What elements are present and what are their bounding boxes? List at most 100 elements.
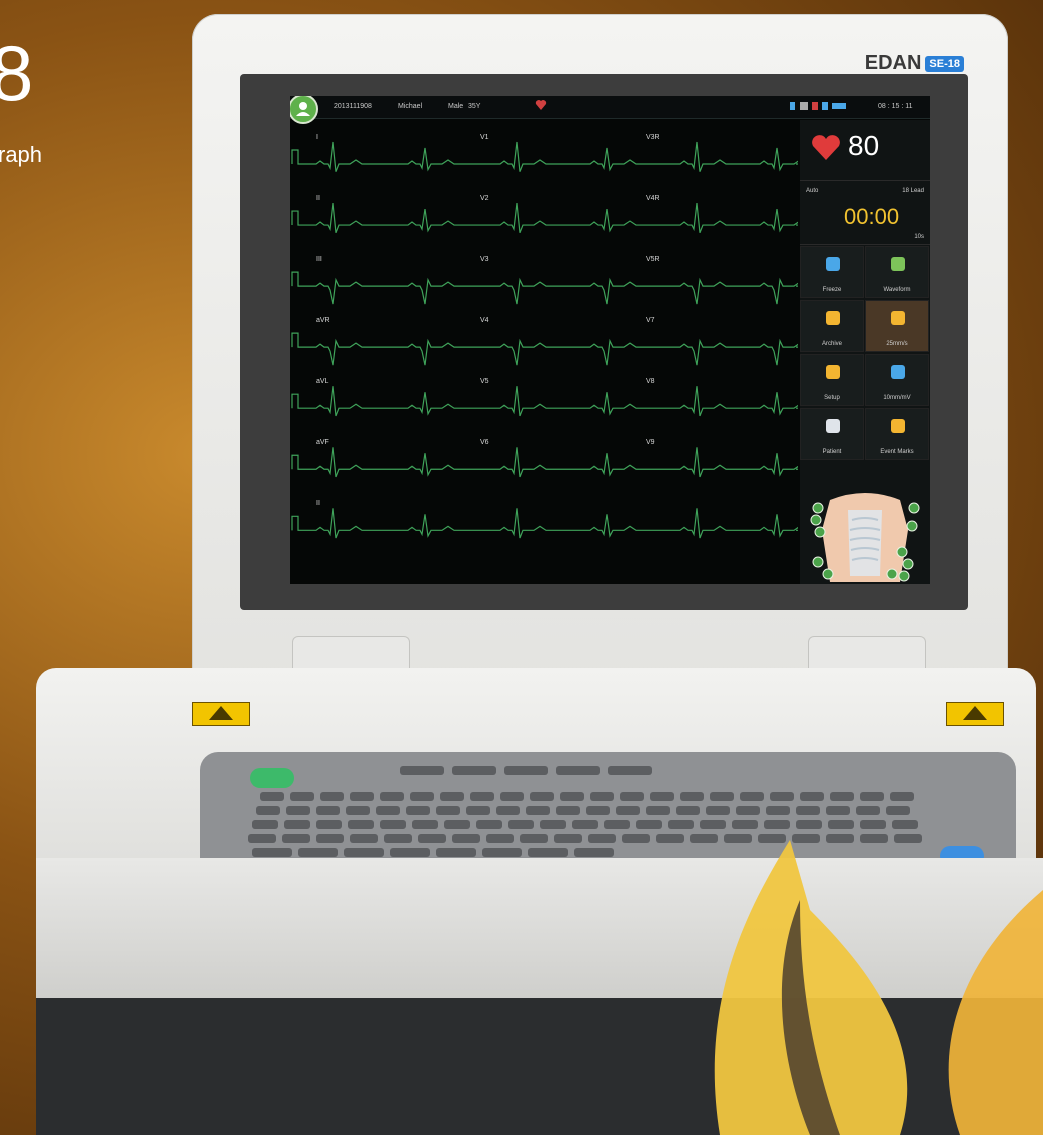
keyboard-key[interactable] — [710, 792, 734, 801]
keyboard-key[interactable] — [316, 806, 340, 815]
keyboard-key[interactable] — [656, 834, 684, 843]
keyboard-key[interactable] — [470, 792, 494, 801]
keyboard-key[interactable] — [860, 820, 886, 829]
keyboard-key[interactable] — [676, 806, 700, 815]
keyboard-key[interactable] — [482, 848, 522, 857]
function-key[interactable] — [400, 766, 444, 775]
keyboard-key[interactable] — [436, 848, 476, 857]
keyboard-key[interactable] — [452, 834, 480, 843]
keyboard-key[interactable] — [732, 820, 758, 829]
keyboard-key[interactable] — [316, 834, 344, 843]
keyboard-key[interactable] — [830, 792, 854, 801]
keyboard-key[interactable] — [556, 806, 580, 815]
keyboard-key[interactable] — [736, 806, 760, 815]
keyboard-key[interactable] — [252, 820, 278, 829]
keyboard-key[interactable] — [574, 848, 614, 857]
keyboard-key[interactable] — [796, 806, 820, 815]
keyboard-key[interactable] — [604, 820, 630, 829]
menu-patient-button[interactable]: Patient — [800, 408, 864, 460]
keyboard-key[interactable] — [530, 792, 554, 801]
menu-archive-button[interactable]: Archive — [800, 300, 864, 352]
keyboard-key[interactable] — [740, 792, 764, 801]
keyboard-key[interactable] — [890, 792, 914, 801]
keyboard-key[interactable] — [766, 806, 790, 815]
keyboard-key[interactable] — [248, 834, 276, 843]
keyboard-key[interactable] — [284, 820, 310, 829]
menu-event-marks-button[interactable]: Event Marks — [865, 408, 929, 460]
keyboard-key[interactable] — [440, 792, 464, 801]
keyboard-key[interactable] — [496, 806, 520, 815]
keyboard-key[interactable] — [856, 806, 880, 815]
keyboard-key[interactable] — [344, 848, 384, 857]
keyboard-key[interactable] — [826, 806, 850, 815]
keyboard-key[interactable] — [350, 792, 374, 801]
keyboard-key[interactable] — [500, 792, 524, 801]
keyboard-key[interactable] — [412, 820, 438, 829]
keyboard-key[interactable] — [706, 806, 730, 815]
keyboard-key[interactable] — [476, 820, 502, 829]
keyboard-key[interactable] — [700, 820, 726, 829]
keyboard-key[interactable] — [376, 806, 400, 815]
keyboard-key[interactable] — [348, 820, 374, 829]
keyboard-key[interactable] — [588, 834, 616, 843]
keyboard-key[interactable] — [520, 834, 548, 843]
function-key[interactable] — [556, 766, 600, 775]
keyboard-key[interactable] — [290, 792, 314, 801]
keyboard-key[interactable] — [286, 806, 310, 815]
function-key[interactable] — [504, 766, 548, 775]
keyboard-key[interactable] — [384, 834, 412, 843]
keyboard-key[interactable] — [390, 848, 430, 857]
keyboard-key[interactable] — [680, 792, 704, 801]
keyboard-key[interactable] — [800, 792, 824, 801]
keyboard-key[interactable] — [444, 820, 470, 829]
keyboard-key[interactable] — [282, 834, 310, 843]
electrode-placement-diagram[interactable] — [808, 490, 922, 582]
function-key[interactable] — [452, 766, 496, 775]
keyboard-key[interactable] — [320, 792, 344, 801]
keyboard-key[interactable] — [380, 820, 406, 829]
keyboard-key[interactable] — [828, 820, 854, 829]
keyboard-key[interactable] — [668, 820, 694, 829]
keyboard-key[interactable] — [764, 820, 790, 829]
keyboard-key[interactable] — [486, 834, 514, 843]
menu-setup-button[interactable]: Setup — [800, 354, 864, 406]
keyboard-key[interactable] — [636, 820, 662, 829]
keyboard-key[interactable] — [886, 806, 910, 815]
keyboard-key[interactable] — [436, 806, 460, 815]
keyboard-key[interactable] — [590, 792, 614, 801]
keyboard-key[interactable] — [346, 806, 370, 815]
keyboard-key[interactable] — [860, 792, 884, 801]
menu-waveform-button[interactable]: Waveform — [865, 246, 929, 298]
keyboard-key[interactable] — [554, 834, 582, 843]
keyboard-key[interactable] — [620, 792, 644, 801]
keyboard-key[interactable] — [410, 792, 434, 801]
keyboard-key[interactable] — [316, 820, 342, 829]
function-key[interactable] — [608, 766, 652, 775]
keyboard-key[interactable] — [256, 806, 280, 815]
keyboard-key[interactable] — [572, 820, 598, 829]
keyboard-key[interactable] — [540, 820, 566, 829]
keyboard-key[interactable] — [508, 820, 534, 829]
keyboard-key[interactable] — [560, 792, 584, 801]
keyboard-key[interactable] — [528, 848, 568, 857]
keyboard-key[interactable] — [466, 806, 490, 815]
keyboard-key[interactable] — [298, 848, 338, 857]
keyboard-key[interactable] — [380, 792, 404, 801]
keyboard-key[interactable] — [796, 820, 822, 829]
keyboard-key[interactable] — [252, 848, 292, 857]
power-button[interactable] — [250, 768, 294, 788]
keyboard-key[interactable] — [418, 834, 446, 843]
keyboard-key[interactable] — [586, 806, 610, 815]
keyboard-key[interactable] — [260, 792, 284, 801]
keyboard-key[interactable] — [770, 792, 794, 801]
menu-freeze-button[interactable]: Freeze — [800, 246, 864, 298]
keyboard-key[interactable] — [526, 806, 550, 815]
keyboard-key[interactable] — [616, 806, 640, 815]
keyboard-key[interactable] — [892, 820, 918, 829]
keyboard-key[interactable] — [646, 806, 670, 815]
keyboard-key[interactable] — [622, 834, 650, 843]
menu-25mm-s-button[interactable]: 25mm/s — [865, 300, 929, 352]
menu-10mm-mv-button[interactable]: 10mm/mV — [865, 354, 929, 406]
keyboard-key[interactable] — [406, 806, 430, 815]
keyboard-key[interactable] — [350, 834, 378, 843]
